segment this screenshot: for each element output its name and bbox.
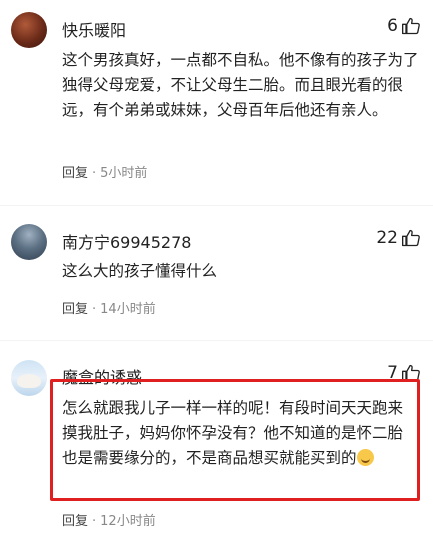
thumbs-up-icon[interactable] [401, 228, 421, 248]
comment-meta: 回复 · 12小时前 [62, 514, 156, 529]
like-count: 6 [387, 16, 398, 36]
thumbs-up-icon[interactable] [401, 16, 421, 36]
like-count: 22 [376, 228, 398, 248]
comment-username[interactable]: 南方宁69945278 [62, 229, 191, 253]
comment-username[interactable]: 快乐暖阳 [62, 17, 126, 41]
reply-button[interactable]: 回复 [62, 302, 88, 317]
comment-text: 这个男孩真好，一点都不自私。他不像有的孩子为了独得父母宠爱，不让父母生二胎。而且… [62, 51, 419, 119]
divider [0, 340, 433, 341]
sweat-smile-emoji [356, 449, 374, 466]
comment-text-content: 怎么就跟我儿子一样一样的呢！有段时间天天跑来摸我肚子，妈妈你怀孕没有？他不知道的… [62, 399, 404, 467]
avatar[interactable] [11, 360, 47, 396]
timestamp: 12小时前 [100, 514, 156, 529]
timestamp: 14小时前 [100, 302, 156, 317]
reply-button[interactable]: 回复 [62, 166, 88, 181]
comment-text: 这么大的孩子懂得什么 [62, 262, 218, 280]
comment-text: 怎么就跟我儿子一样一样的呢！有段时间天天跑来摸我肚子，妈妈你怀孕没有？他不知道的… [62, 396, 412, 471]
timestamp: 5小时前 [100, 166, 148, 181]
avatar[interactable] [11, 12, 47, 48]
comment-meta: 回复 · 14小时前 [62, 302, 156, 317]
reply-button[interactable]: 回复 [62, 514, 88, 529]
comment-meta: 回复 · 5小时前 [62, 166, 148, 181]
avatar[interactable] [11, 224, 47, 260]
divider [0, 205, 433, 206]
